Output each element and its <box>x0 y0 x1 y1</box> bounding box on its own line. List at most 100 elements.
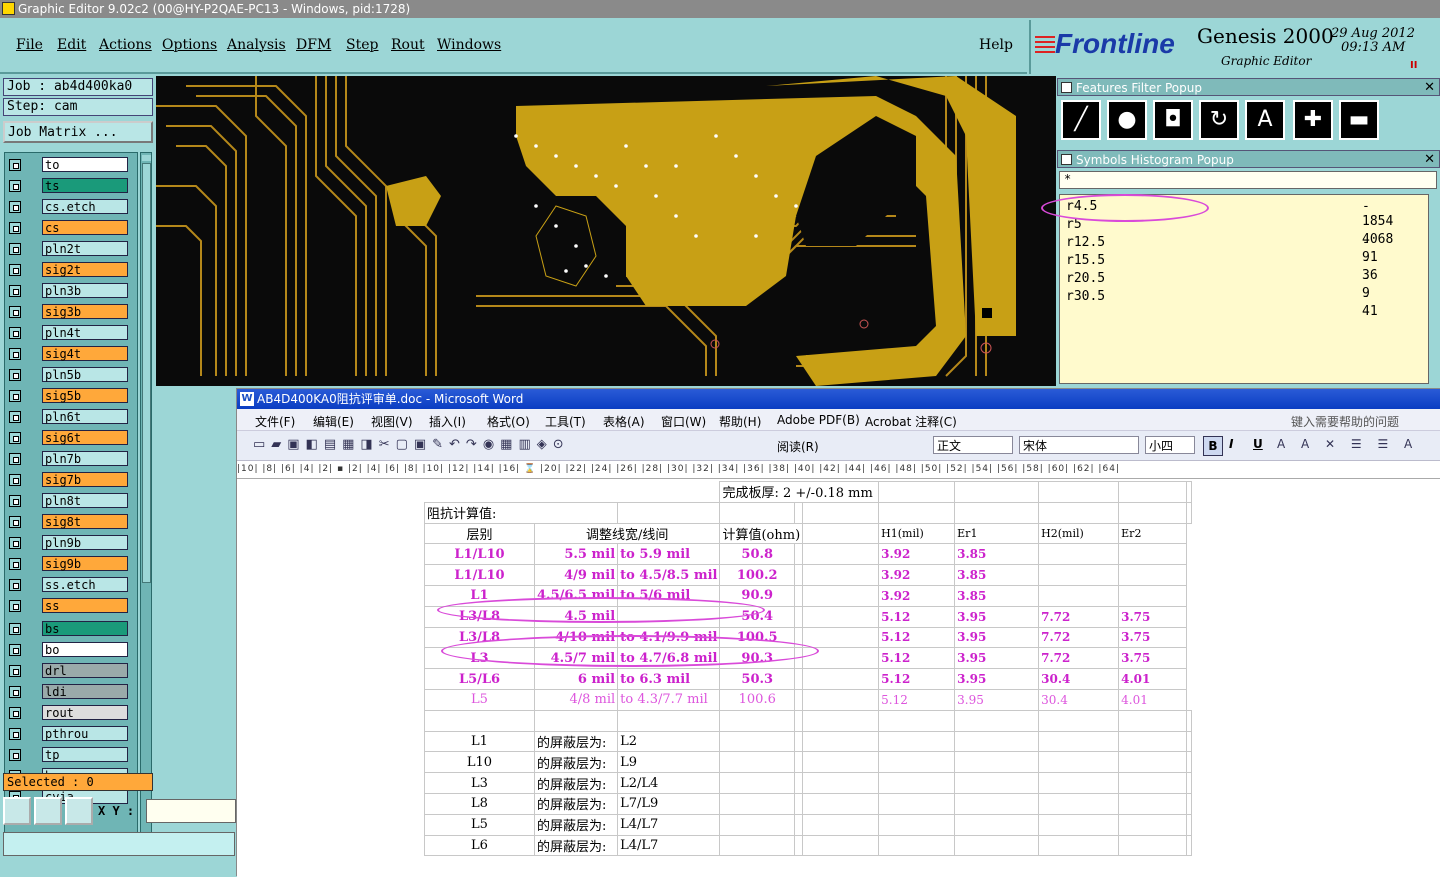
layer-name[interactable]: bs <box>42 621 128 636</box>
layer-checkbox[interactable] <box>9 644 21 656</box>
layer-checkbox[interactable] <box>9 201 21 213</box>
arc-tool-icon[interactable]: ↻ <box>1199 100 1239 140</box>
word-menu-edit[interactable]: 编辑(E) <box>313 413 354 430</box>
word-menu-window[interactable]: 窗口(W) <box>661 413 706 430</box>
layer-name[interactable]: pthrou <box>42 726 128 741</box>
word-menu-format[interactable]: 格式(O) <box>487 413 530 430</box>
plus-icon[interactable]: ✚ <box>1293 100 1333 140</box>
layer-checkbox[interactable] <box>9 264 21 276</box>
layer-row-ss-etch[interactable]: ss.etch <box>9 577 129 592</box>
surface-tool-icon[interactable]: ◘ <box>1153 100 1193 140</box>
layer-checkbox[interactable] <box>9 749 21 761</box>
menu-edit[interactable]: Edit <box>57 37 86 53</box>
close-icon[interactable]: ✕ <box>1424 151 1435 169</box>
layer-checkbox[interactable] <box>9 453 21 465</box>
layer-row-pln4t[interactable]: pln4t <box>9 325 129 340</box>
layer-checkbox[interactable] <box>9 495 21 507</box>
menu-analysis[interactable]: Analysis <box>227 37 286 53</box>
layer-checkbox[interactable] <box>9 432 21 444</box>
toolbar-icons[interactable]: ▭▰▣◧▤▦◨✂▢▣✎↶↷◉▦▥◈⊙ <box>253 437 570 452</box>
layer-checkbox[interactable] <box>9 686 21 698</box>
document-body[interactable]: 完成板厚: 2 +/-0.18 mm 阻抗计算值: 层别 调整线宽/线间 计算值… <box>237 479 1440 877</box>
layer-checkbox[interactable] <box>9 707 21 719</box>
word-menu-acrobat[interactable]: Acrobat 注释(C) <box>865 413 957 430</box>
job-matrix-button[interactable]: Job Matrix ... <box>3 121 153 143</box>
layer-name[interactable]: pln3b <box>42 283 128 298</box>
command-line-input[interactable] <box>3 832 235 856</box>
layer-checkbox[interactable] <box>9 180 21 192</box>
menu-file[interactable]: File <box>16 37 43 53</box>
layer-name[interactable]: ts <box>42 178 128 193</box>
histogram-row[interactable]: r20.5- 9 <box>1066 271 1370 301</box>
layer-name[interactable]: pln6t <box>42 409 128 424</box>
word-menu-tools[interactable]: 工具(T) <box>545 413 586 430</box>
layer-name[interactable]: pln7b <box>42 451 128 466</box>
layer-name[interactable]: sig6t <box>42 430 128 445</box>
minus-icon[interactable]: ▬ <box>1339 100 1379 140</box>
layer-checkbox[interactable] <box>9 159 21 171</box>
layer-checkbox[interactable] <box>9 285 21 297</box>
layer-name[interactable]: pln9b <box>42 535 128 550</box>
histogram-row[interactable]: r30.5 - 41 <box>1066 289 1378 319</box>
layer-name[interactable]: to <box>42 157 128 172</box>
menu-help[interactable]: Help <box>979 37 1013 53</box>
layer-name[interactable]: pln4t <box>42 325 128 340</box>
layer-name[interactable]: rout <box>42 705 128 720</box>
bold-button[interactable]: B <box>1203 436 1223 456</box>
layer-row-cs-etch[interactable]: cs.etch <box>9 199 129 214</box>
layer-row-cs[interactable]: cs <box>9 220 129 235</box>
layer-row-sig8t[interactable]: sig8t <box>9 514 129 529</box>
scroll-thumb[interactable] <box>142 163 151 583</box>
layer-name[interactable]: tp <box>42 747 128 762</box>
layer-row-tp[interactable]: tp <box>9 747 129 762</box>
layer-checkbox[interactable] <box>9 728 21 740</box>
word-menu-view[interactable]: 视图(V) <box>371 413 413 430</box>
layer-name[interactable]: sig2t <box>42 262 128 277</box>
menu-step[interactable]: Step <box>346 37 378 53</box>
layer-checkbox[interactable] <box>9 243 21 255</box>
layer-row-pln7b[interactable]: pln7b <box>9 451 129 466</box>
layer-row-pln5b[interactable]: pln5b <box>9 367 129 382</box>
layer-name[interactable]: sig7b <box>42 472 128 487</box>
layer-row-pthrou[interactable]: pthrou <box>9 726 129 741</box>
layer-row-sig3b[interactable]: sig3b <box>9 304 129 319</box>
layer-row-rout[interactable]: rout <box>9 705 129 720</box>
layer-name[interactable]: sig8t <box>42 514 128 529</box>
menu-options[interactable]: Options <box>162 37 217 53</box>
layer-checkbox[interactable] <box>9 348 21 360</box>
scroll-up-icon[interactable] <box>142 155 151 161</box>
layer-row-drl[interactable]: drl <box>9 663 129 678</box>
layer-checkbox[interactable] <box>9 369 21 381</box>
layer-name[interactable]: pln5b <box>42 367 128 382</box>
text-tool-icon[interactable]: A <box>1245 100 1285 140</box>
layer-row-bo[interactable]: bo <box>9 642 129 657</box>
layer-row-pln9b[interactable]: pln9b <box>9 535 129 550</box>
layer-checkbox[interactable] <box>9 537 21 549</box>
measure-tool-icon[interactable] <box>34 797 62 825</box>
pcb-canvas[interactable] <box>156 76 1056 386</box>
size-dropdown[interactable]: 小四 <box>1145 436 1195 454</box>
layer-checkbox[interactable] <box>9 411 21 423</box>
layer-checkbox[interactable] <box>9 665 21 677</box>
layer-name[interactable]: pln8t <box>42 493 128 508</box>
layer-name[interactable]: bo <box>42 642 128 657</box>
layer-checkbox[interactable] <box>9 600 21 612</box>
menu-actions[interactable]: Actions <box>99 37 152 53</box>
layer-name[interactable]: pln2t <box>42 241 128 256</box>
xy-input[interactable] <box>146 799 236 823</box>
layer-row-pln6t[interactable]: pln6t <box>9 409 129 424</box>
layer-row-pln2t[interactable]: pln2t <box>9 241 129 256</box>
format-icons[interactable]: A A ✕ ☰ ☰ A <box>1277 437 1418 451</box>
word-menu-table[interactable]: 表格(A) <box>603 413 645 430</box>
layer-row-ts[interactable]: ts <box>9 178 129 193</box>
word-menu-adobe-pdf[interactable]: Adobe PDF(B) <box>777 413 860 427</box>
word-menu-help[interactable]: 帮助(H) <box>719 413 761 430</box>
layer-name[interactable]: sig5b <box>42 388 128 403</box>
layer-checkbox[interactable] <box>9 579 21 591</box>
layer-name[interactable]: cs.etch <box>42 199 128 214</box>
grid-tool-icon[interactable] <box>65 797 93 825</box>
menu-windows[interactable]: Windows <box>437 37 501 53</box>
layer-checkbox[interactable] <box>9 558 21 570</box>
layer-row-pln8t[interactable]: pln8t <box>9 493 129 508</box>
menu-dfm[interactable]: DFM <box>296 37 331 53</box>
